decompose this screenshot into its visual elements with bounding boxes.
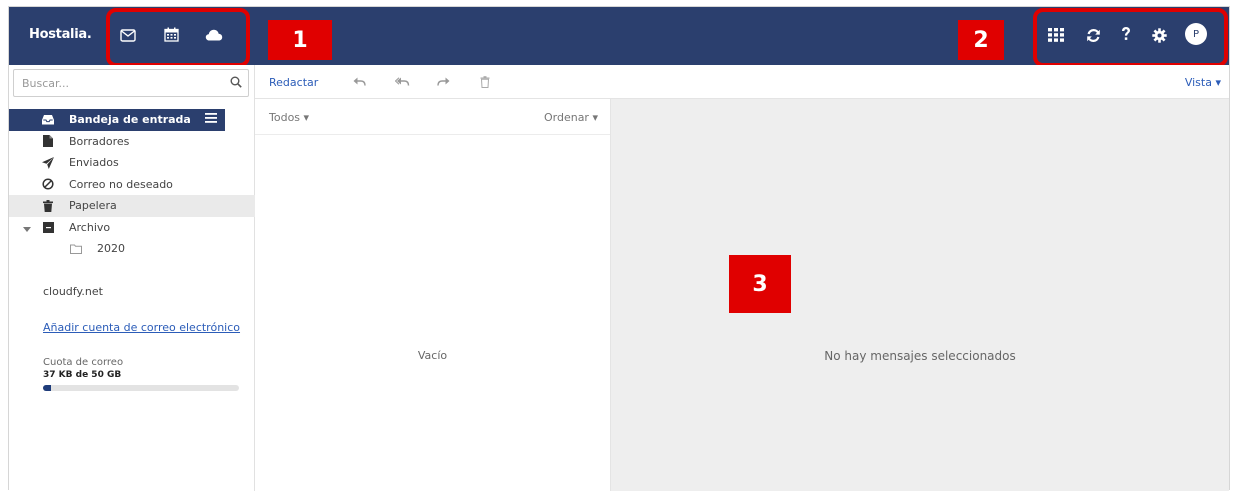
folder-label: Bandeja de entrada xyxy=(69,113,191,127)
annotation-box-1 xyxy=(106,8,250,67)
quota-progress-bar xyxy=(43,385,239,391)
folder-label: Archivo xyxy=(69,220,111,234)
folder-item-2020[interactable]: 2020 xyxy=(9,238,255,260)
folder-list: Bandeja de entrada Borradores Enviados C… xyxy=(9,109,255,260)
folder-item-archive[interactable]: Archivo xyxy=(9,217,255,239)
filter-dropdown[interactable]: Todos ▾ xyxy=(269,111,309,124)
no-message-selected-text: No hay mensajes seleccionados xyxy=(824,349,1016,363)
annotation-label-3: 3 xyxy=(729,255,791,313)
message-list: Todos ▾ Ordenar ▾ Vacío xyxy=(255,99,611,491)
folder-item-inbox[interactable]: Bandeja de entrada xyxy=(9,109,225,131)
chevron-down-icon: ▾ xyxy=(303,111,310,124)
mail-app-window: Hostalia. P 1 2 Buscar... Bandeja de ent… xyxy=(8,6,1230,491)
sent-icon xyxy=(41,156,55,169)
add-account-link[interactable]: Añadir cuenta de correo electrónico xyxy=(43,321,240,334)
top-bar: Hostalia. P 1 2 xyxy=(9,7,1229,67)
delete-icon[interactable] xyxy=(477,75,493,89)
folder-label: Correo no deseado xyxy=(69,177,173,191)
empty-list-text: Vacío xyxy=(417,349,448,362)
chevron-down-icon: ▾ xyxy=(1215,76,1221,89)
reply-all-icon[interactable] xyxy=(394,75,410,89)
folder-label: Borradores xyxy=(69,134,130,148)
filter-label: Todos xyxy=(269,111,301,124)
chevron-down-icon: ▾ xyxy=(592,111,598,124)
sort-dropdown[interactable]: Ordenar ▾ xyxy=(544,111,598,124)
folder-item-drafts[interactable]: Borradores xyxy=(9,131,255,153)
quota-progress-fill xyxy=(43,385,51,391)
trash-icon xyxy=(41,199,55,212)
quota-value: 37 KB de 50 GB xyxy=(43,370,122,380)
draft-icon xyxy=(41,135,55,148)
search-input[interactable] xyxy=(22,71,222,95)
annotation-label-1: 1 xyxy=(268,20,332,60)
spam-icon xyxy=(41,178,55,190)
archive-icon xyxy=(41,221,55,233)
annotation-label-2: 2 xyxy=(958,20,1004,60)
toolbar: Redactar Vista ▾ xyxy=(255,65,1229,99)
account-name: cloudfy.net xyxy=(43,285,103,298)
preview-pane: 3 No hay mensajes seleccionados xyxy=(611,99,1229,491)
folder-item-trash[interactable]: Papelera xyxy=(9,195,255,217)
message-list-header: Todos ▾ Ordenar ▾ xyxy=(255,99,610,135)
view-menu-label: Vista xyxy=(1184,76,1212,89)
view-menu-button[interactable]: Vista ▾ xyxy=(1185,76,1221,89)
brand-logo[interactable]: Hostalia. xyxy=(29,27,92,42)
annotation-box-2 xyxy=(1033,8,1228,67)
forward-icon[interactable] xyxy=(435,75,451,89)
folder-item-spam[interactable]: Correo no deseado xyxy=(9,174,255,196)
inbox-icon xyxy=(41,114,55,125)
sort-label: Ordenar xyxy=(543,111,589,124)
folder-label: Papelera xyxy=(69,199,117,213)
sidebar: Bandeja de entrada Borradores Enviados xyxy=(9,65,255,491)
search-box xyxy=(13,69,249,97)
folder-item-sent[interactable]: Enviados xyxy=(9,152,255,174)
compose-button[interactable]: Redactar xyxy=(269,76,318,89)
folder-icon xyxy=(69,244,83,254)
quota-label: Cuota de correo xyxy=(43,357,124,368)
folder-label: Enviados xyxy=(69,156,119,170)
expand-caret-icon[interactable] xyxy=(23,223,31,236)
search-icon[interactable] xyxy=(230,76,242,91)
folder-menu-icon[interactable] xyxy=(205,113,217,126)
folder-label: 2020 xyxy=(97,242,125,256)
reply-icon[interactable] xyxy=(351,75,367,89)
